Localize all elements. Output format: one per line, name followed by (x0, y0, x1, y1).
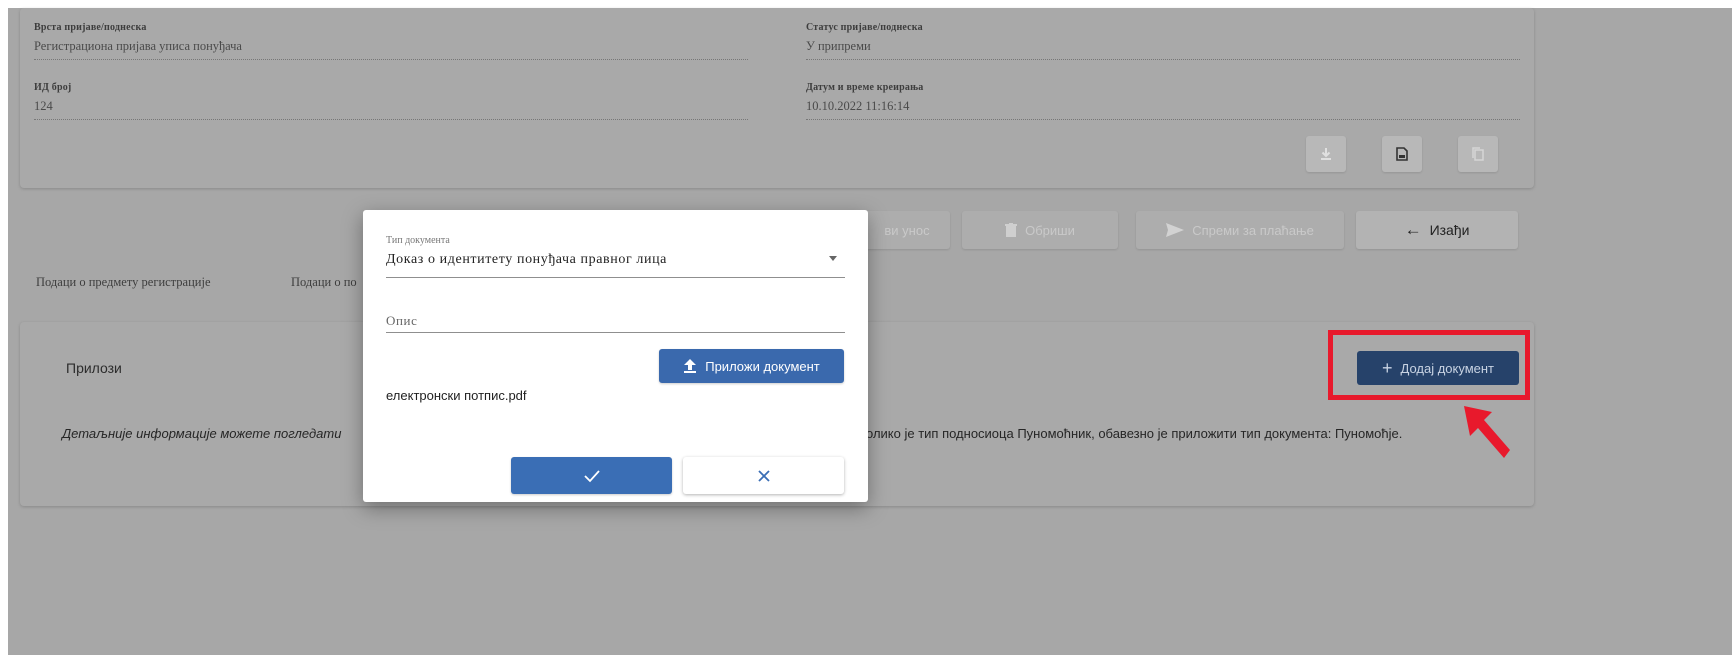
download-button[interactable] (1306, 136, 1346, 172)
checkmark-icon (583, 469, 600, 482)
highlight-box (1328, 330, 1530, 400)
created-value: 10.10.2022 11:16:14 (806, 99, 910, 113)
save-icon (1396, 147, 1408, 161)
field-divider (806, 119, 1520, 120)
send-icon (1166, 223, 1185, 237)
tab-registration-subject[interactable]: Подаци о предмету регистрације (36, 275, 211, 290)
trash-icon (1005, 223, 1018, 237)
arrow-left-icon: ← (1404, 220, 1422, 239)
description-input[interactable] (386, 309, 845, 333)
page-left-edge (0, 0, 8, 655)
status-value: У припреми (806, 39, 871, 53)
id-label: ИД број (34, 82, 72, 93)
request-info-card: Врста пријаве/поднеска Регистрациона при… (20, 8, 1534, 188)
field-divider (34, 59, 748, 60)
download-icon (1321, 148, 1331, 160)
send-for-payment-button[interactable]: Спреми за плаћање (1136, 211, 1344, 249)
send-for-payment-label: Спреми за плаћање (1192, 222, 1314, 238)
attachments-title: Прилози (66, 360, 122, 376)
info-text-right: олико је тип подносиоца Пуномоћник, обав… (866, 426, 1403, 441)
close-icon (757, 469, 770, 482)
id-value: 124 (34, 99, 53, 113)
attach-document-dialog: Тип документа Доказ о идентитету понуђач… (363, 210, 868, 502)
exit-button[interactable]: ← Изађи (1356, 211, 1518, 249)
select-underline (386, 277, 845, 278)
status-label: Статус пријаве/поднеска (806, 22, 923, 33)
info-text-left: Детаљније информације можете погледати (62, 426, 342, 441)
field-divider (806, 59, 1520, 60)
attach-document-button[interactable]: Приложи документ (659, 349, 844, 383)
save-entry-label: ви унос (884, 222, 930, 238)
dropdown-arrow-icon[interactable] (829, 256, 837, 261)
upload-icon (684, 359, 697, 373)
delete-button[interactable]: Обриши (962, 211, 1118, 249)
request-type-value: Регистрациона пријава уписа понуђача (34, 39, 242, 53)
created-field: Датум и време креирања 10.10.2022 11:16:… (806, 82, 1520, 120)
confirm-button[interactable] (511, 457, 672, 494)
document-type-select[interactable]: Доказ о идентитету понуђача правног лица (386, 252, 667, 268)
request-type-field: Врста пријаве/поднеска Регистрациона при… (34, 22, 748, 60)
tab-second[interactable]: Подаци о по (291, 275, 357, 290)
red-arrow-icon (1464, 406, 1510, 458)
request-type-label: Врста пријаве/поднеска (34, 22, 147, 33)
status-field: Статус пријаве/поднеска У припреми (806, 22, 1520, 60)
exit-label: Изађи (1429, 222, 1470, 238)
cancel-button[interactable] (683, 457, 844, 494)
copy-icon (1472, 147, 1484, 161)
document-type-label: Тип документа (386, 235, 450, 246)
field-divider (34, 119, 748, 120)
created-label: Датум и време креирања (806, 82, 924, 93)
save-button[interactable] (1382, 136, 1422, 172)
attached-file-name: електронски потпис.pdf (386, 388, 527, 403)
delete-label: Обриши (1025, 222, 1075, 238)
attach-document-label: Приложи документ (705, 358, 820, 374)
page-top-edge (0, 0, 1732, 8)
copy-button[interactable] (1458, 136, 1498, 172)
id-field: ИД број 124 (34, 82, 748, 120)
